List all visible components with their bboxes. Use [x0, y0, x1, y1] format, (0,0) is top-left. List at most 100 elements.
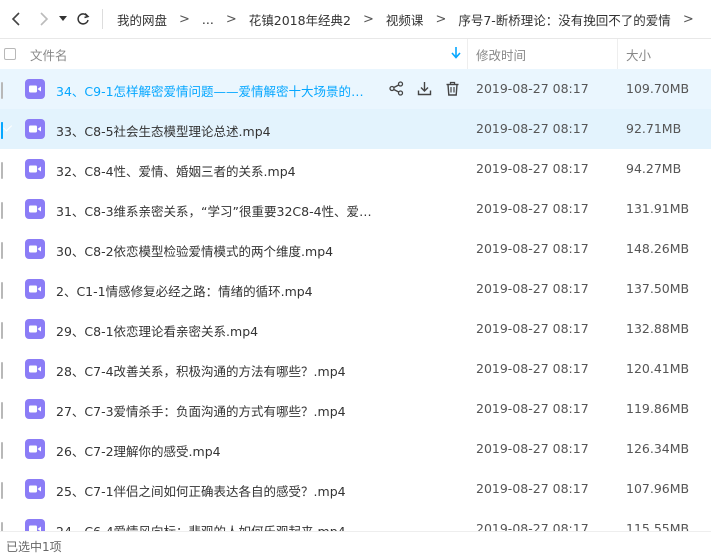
file-modified-time: 2019-08-27 08:17 [476, 441, 589, 456]
file-name[interactable]: 34、C9-1怎样解密爱情问题——爱情解密十大场景的定义... [56, 81, 376, 100]
file-modified-time: 2019-08-27 08:17 [476, 201, 589, 216]
video-file-icon [25, 479, 45, 502]
file-row[interactable]: 2、C1-1情感修复必经之路：情绪的循环.mp4 2019-08-27 08:17… [0, 269, 711, 309]
row-checkbox[interactable] [1, 402, 3, 419]
breadcrumb-item-folder[interactable]: 视频课 [380, 10, 430, 29]
file-name[interactable]: 33、C8-5社会生态模型理论总述.mp4 [56, 121, 376, 140]
video-file-icon [25, 199, 45, 222]
file-size: 126.34MB [626, 441, 690, 456]
share-icon[interactable] [388, 80, 405, 97]
video-file-icon [25, 359, 45, 382]
breadcrumb-chevron-icon[interactable]: > [677, 12, 700, 27]
video-file-icon [25, 439, 45, 462]
file-modified-time: 2019-08-27 08:17 [476, 121, 589, 136]
breadcrumb-chevron-icon: > [225, 11, 237, 27]
back-button[interactable] [4, 6, 30, 32]
forward-button[interactable] [30, 6, 56, 32]
file-size: 107.96MB [626, 481, 690, 496]
column-divider[interactable] [617, 39, 618, 69]
file-row[interactable]: 25、C7-1伴侣之间如何正确表达各自的感受？.mp4 2019-08-27 08… [0, 469, 711, 509]
video-file-icon [25, 239, 45, 262]
delete-icon[interactable] [444, 80, 461, 97]
file-name[interactable]: 25、C7-1伴侣之间如何正确表达各自的感受？.mp4 [56, 481, 376, 500]
row-checkbox[interactable] [1, 242, 3, 259]
breadcrumb-item-current[interactable]: 序号7-断桥理论：没有挽回不了的爱情 [452, 10, 676, 29]
file-modified-time: 2019-08-27 08:17 [476, 241, 589, 256]
video-file-icon [25, 119, 45, 142]
file-size: 119.86MB [626, 401, 690, 416]
file-row[interactable]: 31、C8-3维系亲密关系，“学习”很重要32C8-4性、爱情、婚姻三者的关..… [0, 189, 711, 229]
refresh-button[interactable] [70, 6, 96, 32]
file-name[interactable]: 32、C8-4性、爱情、婚姻三者的关系.mp4 [56, 161, 376, 180]
file-size: 132.88MB [626, 321, 690, 336]
file-modified-time: 2019-08-27 08:17 [476, 481, 589, 496]
row-checkbox[interactable] [1, 122, 3, 139]
file-size: 109.70MB [626, 81, 690, 96]
file-row[interactable]: 29、C8-1依恋理论看亲密关系.mp4 2019-08-27 08:17 132.… [0, 309, 711, 349]
file-name[interactable]: 2、C1-1情感修复必经之路：情绪的循环.mp4 [56, 281, 376, 300]
file-name[interactable]: 30、C8-2依恋模型检验爱情模式的两个维度.mp4 [56, 241, 376, 260]
file-modified-time: 2019-08-27 08:17 [476, 401, 589, 416]
status-bar: 已选中1项 [0, 531, 711, 558]
row-checkbox[interactable] [1, 482, 3, 499]
file-row[interactable]: 26、C7-2理解你的感受.mp4 2019-08-27 08:17 126.34M… [0, 429, 711, 469]
file-row[interactable]: 27、C7-3爱情杀手：负面沟通的方式有哪些？.mp4 2019-08-27 08… [0, 389, 711, 429]
file-modified-time: 2019-08-27 08:17 [476, 161, 589, 176]
row-checkbox[interactable] [1, 162, 3, 179]
file-size: 148.26MB [626, 241, 690, 256]
file-name[interactable]: 26、C7-2理解你的感受.mp4 [56, 441, 376, 460]
file-modified-time: 2019-08-27 08:17 [476, 321, 589, 336]
file-list: 34、C9-1怎样解密爱情问题——爱情解密十大场景的定义... 2019-08-2… [0, 69, 711, 549]
file-name[interactable]: 29、C8-1依恋理论看亲密关系.mp4 [56, 321, 376, 340]
breadcrumb-chevron-icon: > [435, 11, 447, 27]
history-dropdown-button[interactable] [56, 6, 70, 32]
sort-arrow-icon[interactable] [451, 47, 461, 62]
file-name[interactable]: 31、C8-3维系亲密关系，“学习”很重要32C8-4性、爱情、婚姻三者的关..… [56, 201, 376, 220]
file-list-header: 文件名 修改时间 大小 [0, 39, 711, 70]
file-size: 120.41MB [626, 361, 690, 376]
download-icon[interactable] [416, 80, 433, 97]
chevron-right-icon [40, 12, 49, 26]
video-file-icon [25, 279, 45, 302]
file-row[interactable]: 28、C7-4改善关系，积极沟通的方法有哪些？.mp4 2019-08-27 08… [0, 349, 711, 389]
file-size: 137.50MB [626, 281, 690, 296]
row-actions [388, 80, 461, 97]
row-checkbox[interactable] [1, 282, 3, 299]
file-name[interactable]: 27、C7-3爱情杀手：负面沟通的方式有哪些？.mp4 [56, 401, 376, 420]
row-checkbox[interactable] [1, 322, 3, 339]
nav-buttons [0, 6, 96, 32]
file-name[interactable]: 28、C7-4改善关系，积极沟通的方法有哪些？.mp4 [56, 361, 376, 380]
column-header-size[interactable]: 大小 [626, 45, 651, 64]
chevron-left-icon [11, 12, 20, 26]
file-row[interactable]: 30、C8-2依恋模型检验爱情模式的两个维度.mp4 2019-08-27 08:… [0, 229, 711, 269]
video-file-icon [25, 399, 45, 422]
column-header-name[interactable]: 文件名 [30, 45, 68, 64]
video-file-icon [25, 79, 45, 102]
breadcrumb-item-root[interactable]: 我的网盘 [111, 10, 173, 29]
file-modified-time: 2019-08-27 08:17 [476, 81, 589, 96]
breadcrumb-chevron-icon: > [363, 11, 374, 27]
video-file-icon [25, 319, 45, 342]
breadcrumb-item-ellipsis[interactable]: ... [196, 12, 220, 27]
row-checkbox[interactable] [1, 362, 3, 379]
toolbar-divider [102, 9, 103, 29]
file-size: 131.91MB [626, 201, 690, 216]
breadcrumb: 我的网盘 > ... > 花镇2018年经典2 > 视频课 > 序号7-断桥理论… [111, 10, 700, 29]
breadcrumb-item-folder[interactable]: 花镇2018年经典2 [243, 10, 357, 29]
file-row[interactable]: 33、C8-5社会生态模型理论总述.mp4 2019-08-27 08:17 92.… [0, 109, 711, 149]
file-row[interactable]: 32、C8-4性、爱情、婚姻三者的关系.mp4 2019-08-27 08:17 9… [0, 149, 711, 189]
row-checkbox[interactable] [1, 82, 3, 99]
file-size: 94.27MB [626, 161, 682, 176]
column-divider[interactable] [467, 39, 468, 69]
select-all-checkbox[interactable] [1, 48, 19, 60]
breadcrumb-chevron-icon: > [179, 11, 190, 27]
caret-down-icon [59, 16, 67, 21]
file-size: 92.71MB [626, 121, 682, 136]
file-modified-time: 2019-08-27 08:17 [476, 281, 589, 296]
video-file-icon [25, 159, 45, 182]
toolbar: 我的网盘 > ... > 花镇2018年经典2 > 视频课 > 序号7-断桥理论… [0, 0, 711, 39]
file-row[interactable]: 34、C9-1怎样解密爱情问题——爱情解密十大场景的定义... 2019-08-2… [0, 69, 711, 109]
row-checkbox[interactable] [1, 442, 3, 459]
column-header-modified[interactable]: 修改时间 [476, 45, 526, 64]
row-checkbox[interactable] [1, 202, 3, 219]
